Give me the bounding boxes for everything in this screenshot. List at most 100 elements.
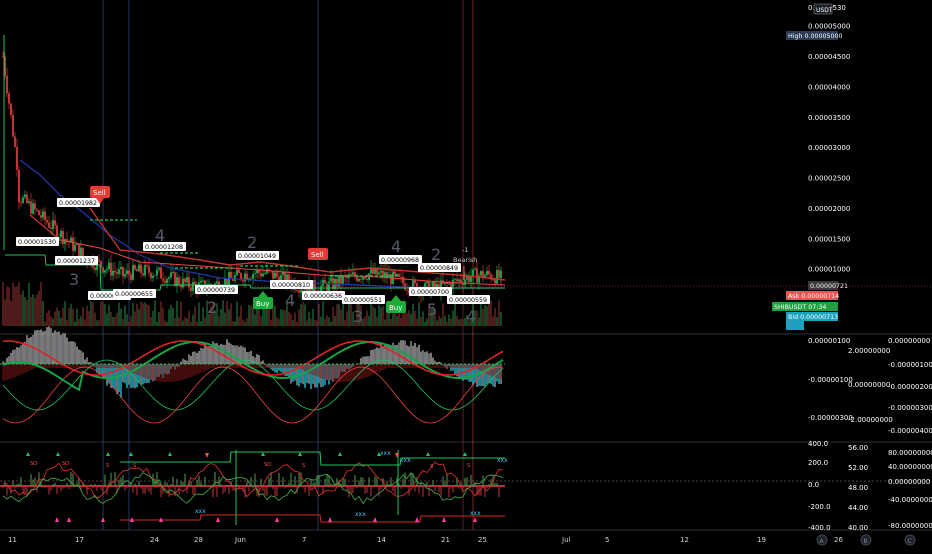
volume-bar — [118, 303, 120, 326]
volume-bar — [78, 319, 80, 326]
volume-bar — [146, 304, 148, 326]
candle-body — [54, 220, 56, 225]
osc-histogram-bar — [286, 485, 288, 486]
macd-shadow-bar — [114, 364, 116, 368]
candle-body — [468, 276, 470, 282]
volume-bar — [166, 322, 168, 326]
osc-axis-a-label: 400.0 — [808, 440, 828, 448]
osc-axis-a-label: 200.0 — [808, 459, 828, 467]
macd-shadow-bar — [434, 364, 436, 368]
candle-body — [272, 271, 274, 279]
osc-histogram-bar — [138, 481, 140, 486]
sell-signal-label[interactable]: Sell — [93, 189, 106, 197]
candle-body — [66, 239, 68, 241]
macd-histogram-bar — [362, 356, 364, 364]
volume-bar — [316, 321, 318, 326]
macd-shadow-bar — [76, 364, 78, 368]
macd-shadow-bar — [154, 364, 156, 381]
osc-histogram-bar — [142, 486, 144, 494]
candle-body — [234, 275, 236, 281]
volume-bar — [132, 303, 134, 326]
candle-body — [456, 279, 458, 281]
volume-bar — [72, 309, 74, 326]
macd-shadow-bar — [176, 364, 178, 381]
candle-body — [112, 271, 114, 276]
volume-bar — [254, 314, 256, 326]
macd-shadow-bar — [286, 364, 288, 368]
macd-shadow-bar — [184, 364, 186, 379]
macd-histogram-bar — [190, 356, 192, 364]
macd-shadow-bar — [158, 364, 160, 381]
price-annotation-text: 0.00000810 — [272, 282, 310, 289]
candle-body — [338, 275, 340, 286]
macd-shadow-bar — [214, 364, 216, 368]
macd-right-axis-label: -0.00000300 — [888, 404, 932, 412]
candle-body — [236, 270, 238, 276]
price-axis-label: 0.00004500 — [808, 53, 850, 61]
volume-bar — [70, 304, 72, 326]
chart-root[interactable]: 0.000019820.000015300.000012370.00000696… — [0, 0, 932, 550]
volume-bar — [418, 302, 420, 326]
macd-shadow-bar — [348, 364, 350, 382]
macd-shadow-bar — [50, 364, 52, 368]
volume-bar — [232, 321, 234, 326]
macd-mid-axis-label: -2.00000000 — [848, 416, 893, 424]
osc-histogram-bar — [392, 486, 394, 491]
volume-bar — [164, 320, 166, 326]
candle-body — [110, 263, 112, 276]
price-annotation-text: 0.00001982 — [59, 200, 97, 207]
buy-signal-label[interactable]: Buy — [389, 304, 402, 312]
candle-body — [260, 273, 262, 276]
macd-shadow-bar — [280, 364, 282, 368]
volume-bar — [190, 322, 192, 326]
volume-bar — [376, 317, 378, 326]
candle-body — [56, 225, 58, 238]
time-axis-label: 28 — [194, 536, 203, 544]
volume-bar — [420, 317, 422, 326]
osc-histogram-bar — [216, 486, 218, 497]
macd-shadow-bar — [196, 364, 198, 375]
macd-shadow-bar — [500, 364, 502, 379]
osc-histogram-bar — [330, 483, 332, 486]
volume-bar — [108, 305, 110, 326]
buy-signal-label[interactable]: Buy — [256, 300, 269, 308]
sell-signal-label[interactable]: Sell — [311, 251, 324, 259]
osc-histogram-bar — [190, 481, 192, 486]
macd-histogram-bar — [368, 356, 370, 364]
osc-histogram-bar — [160, 486, 162, 497]
candle-body — [296, 290, 298, 291]
macd-shadow-bar — [10, 364, 12, 379]
macd-shadow-bar — [160, 364, 162, 382]
candle-body — [104, 270, 106, 272]
volume-bar — [412, 304, 414, 326]
volume-bar — [390, 319, 392, 326]
osc-histogram-bar — [214, 472, 216, 486]
macd-shadow-bar — [440, 364, 442, 368]
time-axis-label: 12 — [680, 536, 689, 544]
price-annotation-text: 0.00000559 — [449, 297, 487, 304]
candle-body — [118, 269, 120, 274]
osc-histogram-bar — [448, 486, 450, 497]
macd-histogram-bar — [438, 362, 440, 364]
osc-axis-c-label: -80.00000000 — [888, 522, 932, 530]
osc-histogram-bar — [344, 479, 346, 486]
candle-body — [102, 267, 104, 272]
macd-shadow-bar — [266, 364, 268, 368]
macd-histogram-bar — [428, 354, 430, 364]
macd-histogram-bar — [250, 351, 252, 364]
volume-bar — [154, 300, 156, 326]
osc-signal-text: S — [133, 463, 136, 469]
candle-body — [138, 265, 140, 272]
macd-shadow-bar — [100, 364, 102, 368]
osc-cross-marker: xxx — [380, 450, 391, 457]
candle-body — [184, 279, 186, 283]
volume-bar — [90, 301, 92, 326]
volume-bar — [478, 318, 480, 326]
volume-bar — [302, 302, 304, 326]
candle-body — [178, 277, 180, 285]
osc-histogram-bar — [248, 486, 250, 492]
chart-canvas[interactable]: 0.000019820.000015300.000012370.00000696… — [0, 0, 932, 550]
osc-axis-b-label: 40.00 — [848, 524, 868, 532]
candle-body — [358, 279, 360, 281]
macd-shadow-bar — [56, 364, 58, 368]
